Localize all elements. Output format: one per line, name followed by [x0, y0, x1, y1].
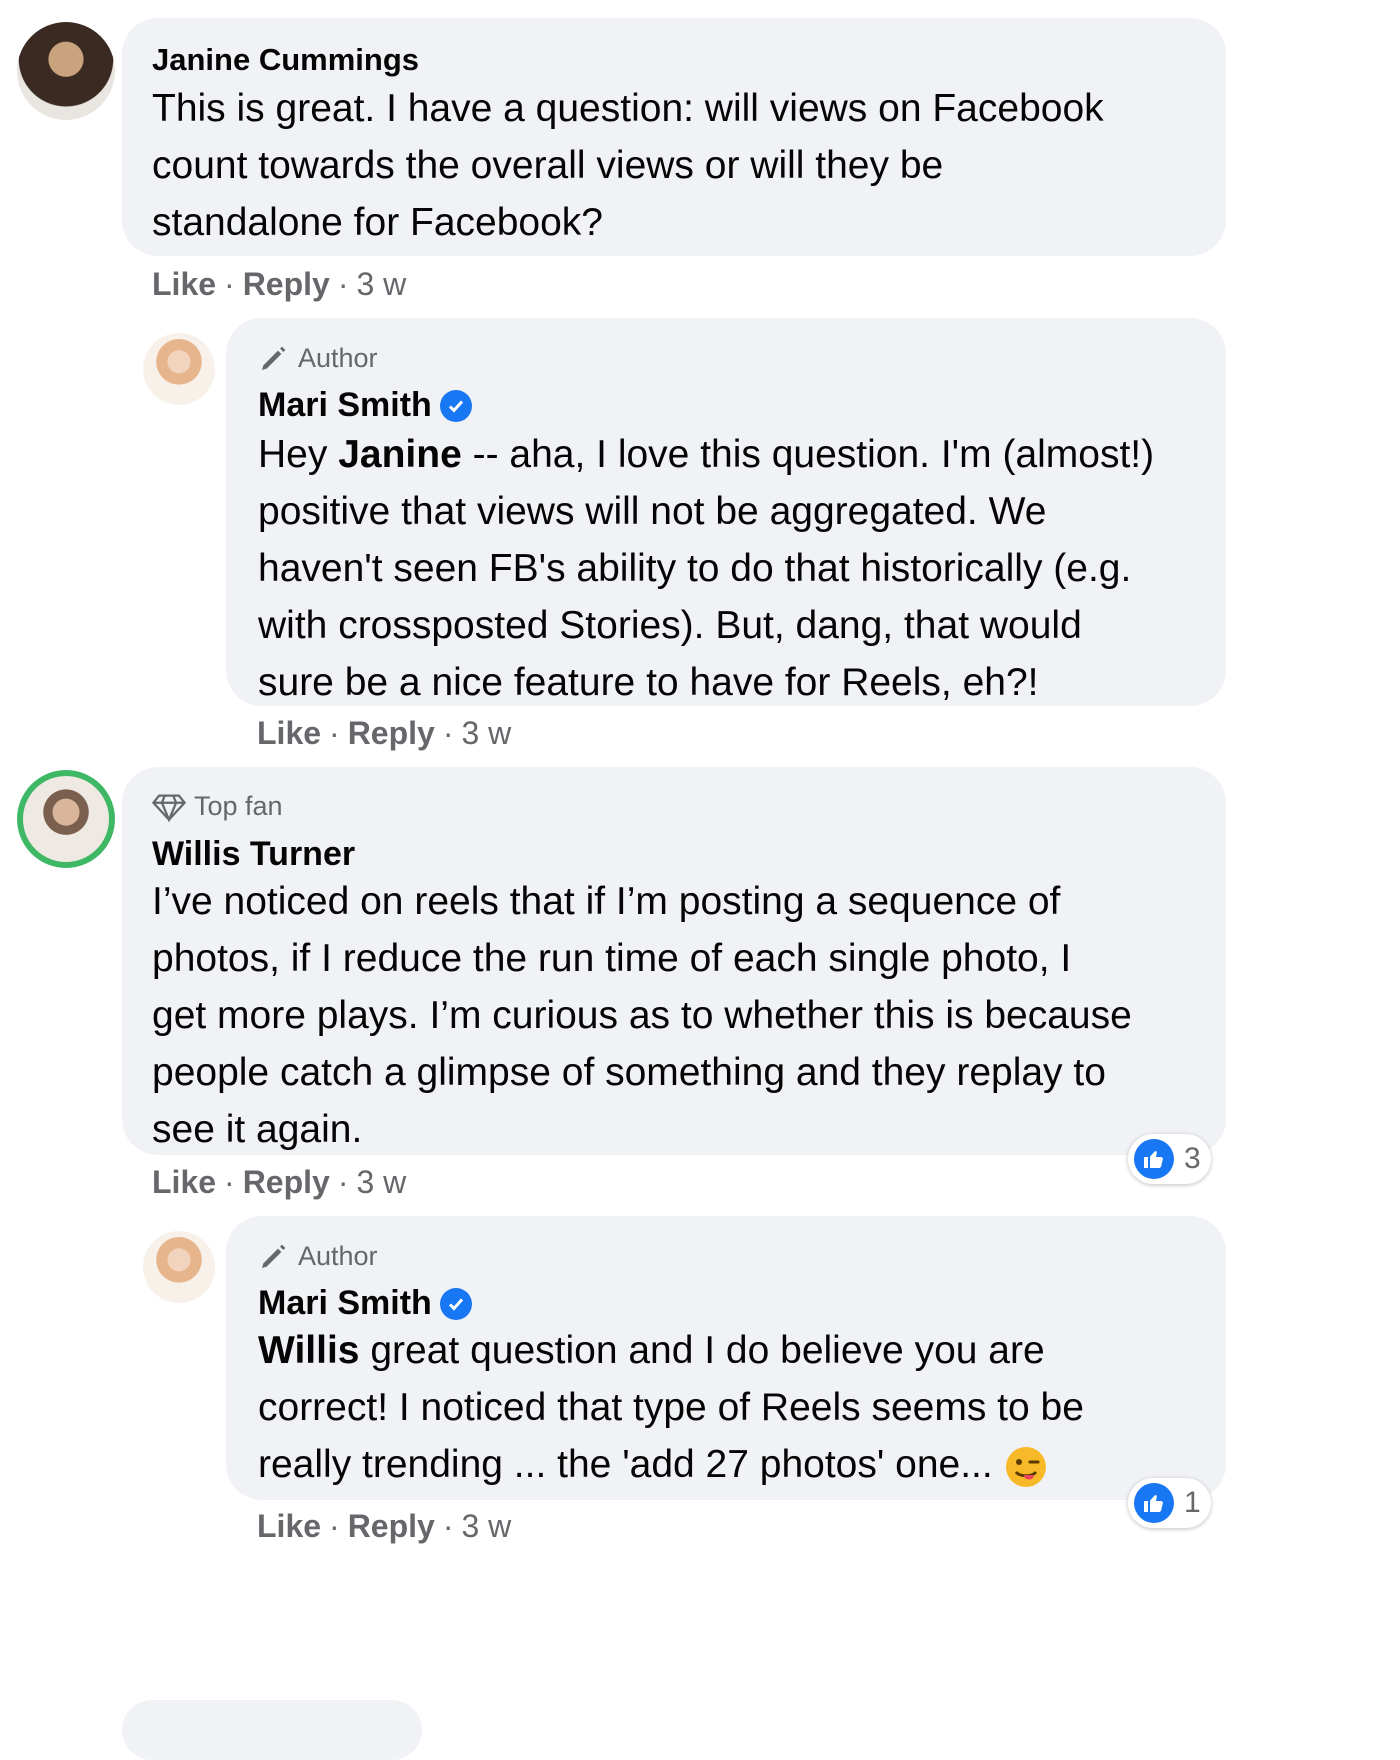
- text-prefix: Hey: [258, 433, 339, 476]
- mention-janine[interactable]: Janine: [338, 433, 462, 476]
- separator-dot: ·: [224, 266, 235, 302]
- verified-icon: [439, 1287, 472, 1320]
- avatar-janine[interactable]: [17, 22, 115, 120]
- reply-link[interactable]: Reply: [348, 715, 435, 752]
- comment-bubble-mari-1: Author Mari Smith Hey Janine -- aha, I l…: [226, 318, 1226, 706]
- avatar-mari[interactable]: [143, 1231, 215, 1303]
- comment-actions: Like · Reply · 3 w: [257, 1508, 511, 1545]
- reply-link[interactable]: Reply: [348, 1508, 435, 1545]
- reaction-count: 3: [1184, 1142, 1201, 1175]
- commenter-name: Mari Smith: [258, 1284, 472, 1323]
- comment-bubble-mari-2: Author Mari Smith Willis great question …: [226, 1216, 1226, 1500]
- like-link[interactable]: Like: [257, 715, 321, 752]
- comment-bubble-willis: Top fan Willis Turner I’ve noticed on re…: [122, 767, 1226, 1155]
- top-fan-badge: Top fan: [152, 791, 283, 822]
- pencil-icon: [262, 1244, 286, 1268]
- like-link[interactable]: Like: [152, 1164, 216, 1201]
- commenter-name-text[interactable]: Mari Smith: [258, 1284, 432, 1323]
- badge-label: Author: [298, 1240, 378, 1271]
- verified-icon: [439, 389, 472, 422]
- badge-label: Top fan: [194, 791, 283, 821]
- comment-text: Willis great question and I do believe y…: [258, 1322, 1084, 1493]
- avatar-willis[interactable]: [17, 770, 115, 868]
- comment-actions: Like · Reply · 3 w: [152, 266, 406, 303]
- comment-bubble-next-partial: [122, 1700, 422, 1760]
- separator-dot: ·: [224, 1164, 235, 1200]
- timestamp[interactable]: 3 w: [461, 1508, 511, 1545]
- author-badge: Author: [258, 342, 378, 374]
- separator-dot: ·: [442, 715, 454, 751]
- mention-willis[interactable]: Willis: [258, 1329, 360, 1372]
- timestamp[interactable]: 3 w: [356, 1164, 406, 1201]
- commenter-name[interactable]: Janine Cummings: [152, 42, 419, 78]
- commenter-name: Mari Smith: [258, 386, 472, 425]
- pencil-icon: [262, 346, 286, 370]
- wink-tongue-emoji-icon: [1005, 1446, 1046, 1487]
- comment-actions: Like · Reply · 3 w: [152, 1164, 406, 1201]
- separator-dot: ·: [442, 1508, 454, 1544]
- comment-text: This is great. I have a question: will v…: [152, 87, 1104, 244]
- thumbs-up-icon: [1134, 1139, 1174, 1179]
- commenter-name[interactable]: Willis Turner: [152, 835, 355, 874]
- thumbs-up-icon: [1134, 1483, 1174, 1523]
- comment-bubble-janine: Janine Cummings This is great. I have a …: [122, 18, 1226, 256]
- like-link[interactable]: Like: [152, 266, 216, 303]
- separator-dot: ·: [337, 1164, 349, 1200]
- avatar-mari[interactable]: [143, 333, 215, 405]
- reply-link[interactable]: Reply: [243, 266, 330, 303]
- like-link[interactable]: Like: [257, 1508, 321, 1545]
- text-body: great question and I do believe you are …: [258, 1329, 1084, 1486]
- separator-dot: ·: [329, 1508, 340, 1544]
- timestamp[interactable]: 3 w: [356, 266, 406, 303]
- reaction-count: 1: [1184, 1486, 1201, 1519]
- commenter-name-text[interactable]: Mari Smith: [258, 386, 432, 425]
- separator-dot: ·: [329, 715, 340, 751]
- comment-actions: Like · Reply · 3 w: [257, 715, 511, 752]
- badge-label: Author: [298, 342, 378, 373]
- reply-link[interactable]: Reply: [243, 1164, 330, 1201]
- reaction-count-badge[interactable]: 3: [1128, 1134, 1211, 1184]
- diamond-icon: [152, 794, 186, 822]
- timestamp[interactable]: 3 w: [461, 715, 511, 752]
- author-badge: Author: [258, 1240, 378, 1272]
- reaction-count-badge[interactable]: 1: [1128, 1478, 1211, 1528]
- separator-dot: ·: [337, 266, 349, 302]
- comment-text: I’ve noticed on reels that if I’m postin…: [152, 880, 1132, 1151]
- comment-text: Hey Janine -- aha, I love this question.…: [258, 426, 1154, 711]
